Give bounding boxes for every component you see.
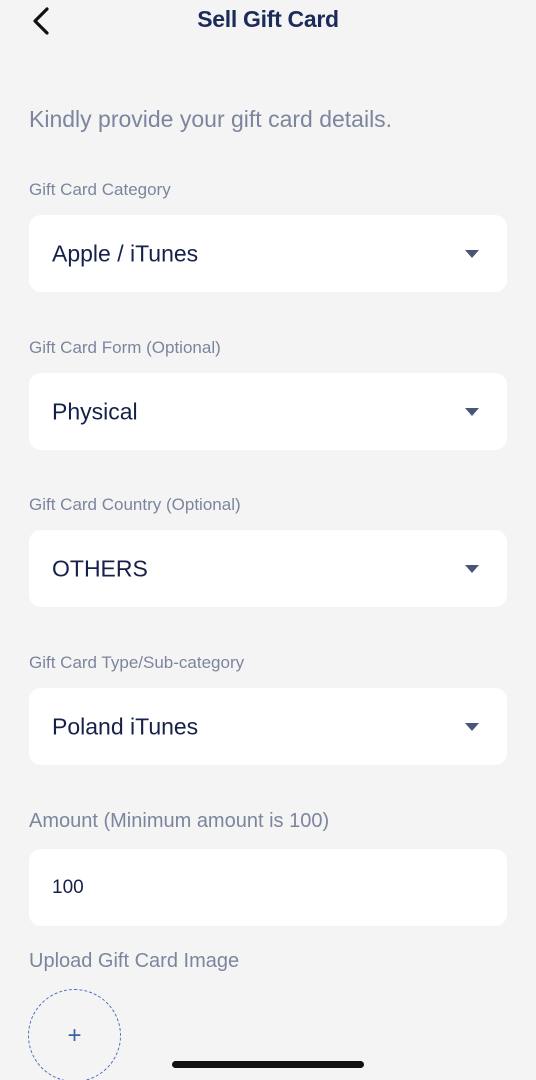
amount-field[interactable] [29, 849, 507, 926]
country-select[interactable]: OTHERS [29, 530, 507, 607]
caret-down-icon [465, 722, 479, 731]
caret-down-icon [465, 564, 479, 573]
category-label: Gift Card Category [29, 180, 171, 199]
home-indicator [172, 1061, 364, 1068]
form-select[interactable]: Physical [29, 373, 507, 450]
intro-text: Kindly provide your gift card details. [29, 106, 393, 132]
upload-image-button[interactable]: + [28, 989, 121, 1080]
country-label: Gift Card Country (Optional) [29, 495, 241, 514]
country-value: OTHERS [52, 555, 148, 581]
sell-gift-card-screen: Sell Gift Card Kindly provide your gift … [0, 0, 536, 1080]
form-label: Gift Card Form (Optional) [29, 338, 221, 357]
caret-down-icon [465, 249, 479, 258]
type-select[interactable]: Poland iTunes [29, 688, 507, 765]
amount-input[interactable] [52, 849, 482, 926]
upload-label: Upload Gift Card Image [29, 950, 240, 972]
page-title: Sell Gift Card [197, 6, 339, 32]
category-select[interactable]: Apple / iTunes [29, 215, 507, 292]
header: Sell Gift Card [0, 0, 536, 44]
category-value: Apple / iTunes [52, 240, 199, 266]
plus-icon: + [67, 1021, 82, 1049]
form-value: Physical [52, 398, 138, 424]
caret-down-icon [465, 407, 479, 416]
amount-label: Amount (Minimum amount is 100) [29, 810, 330, 832]
type-value: Poland iTunes [52, 713, 199, 739]
type-label: Gift Card Type/Sub-category [29, 653, 245, 672]
